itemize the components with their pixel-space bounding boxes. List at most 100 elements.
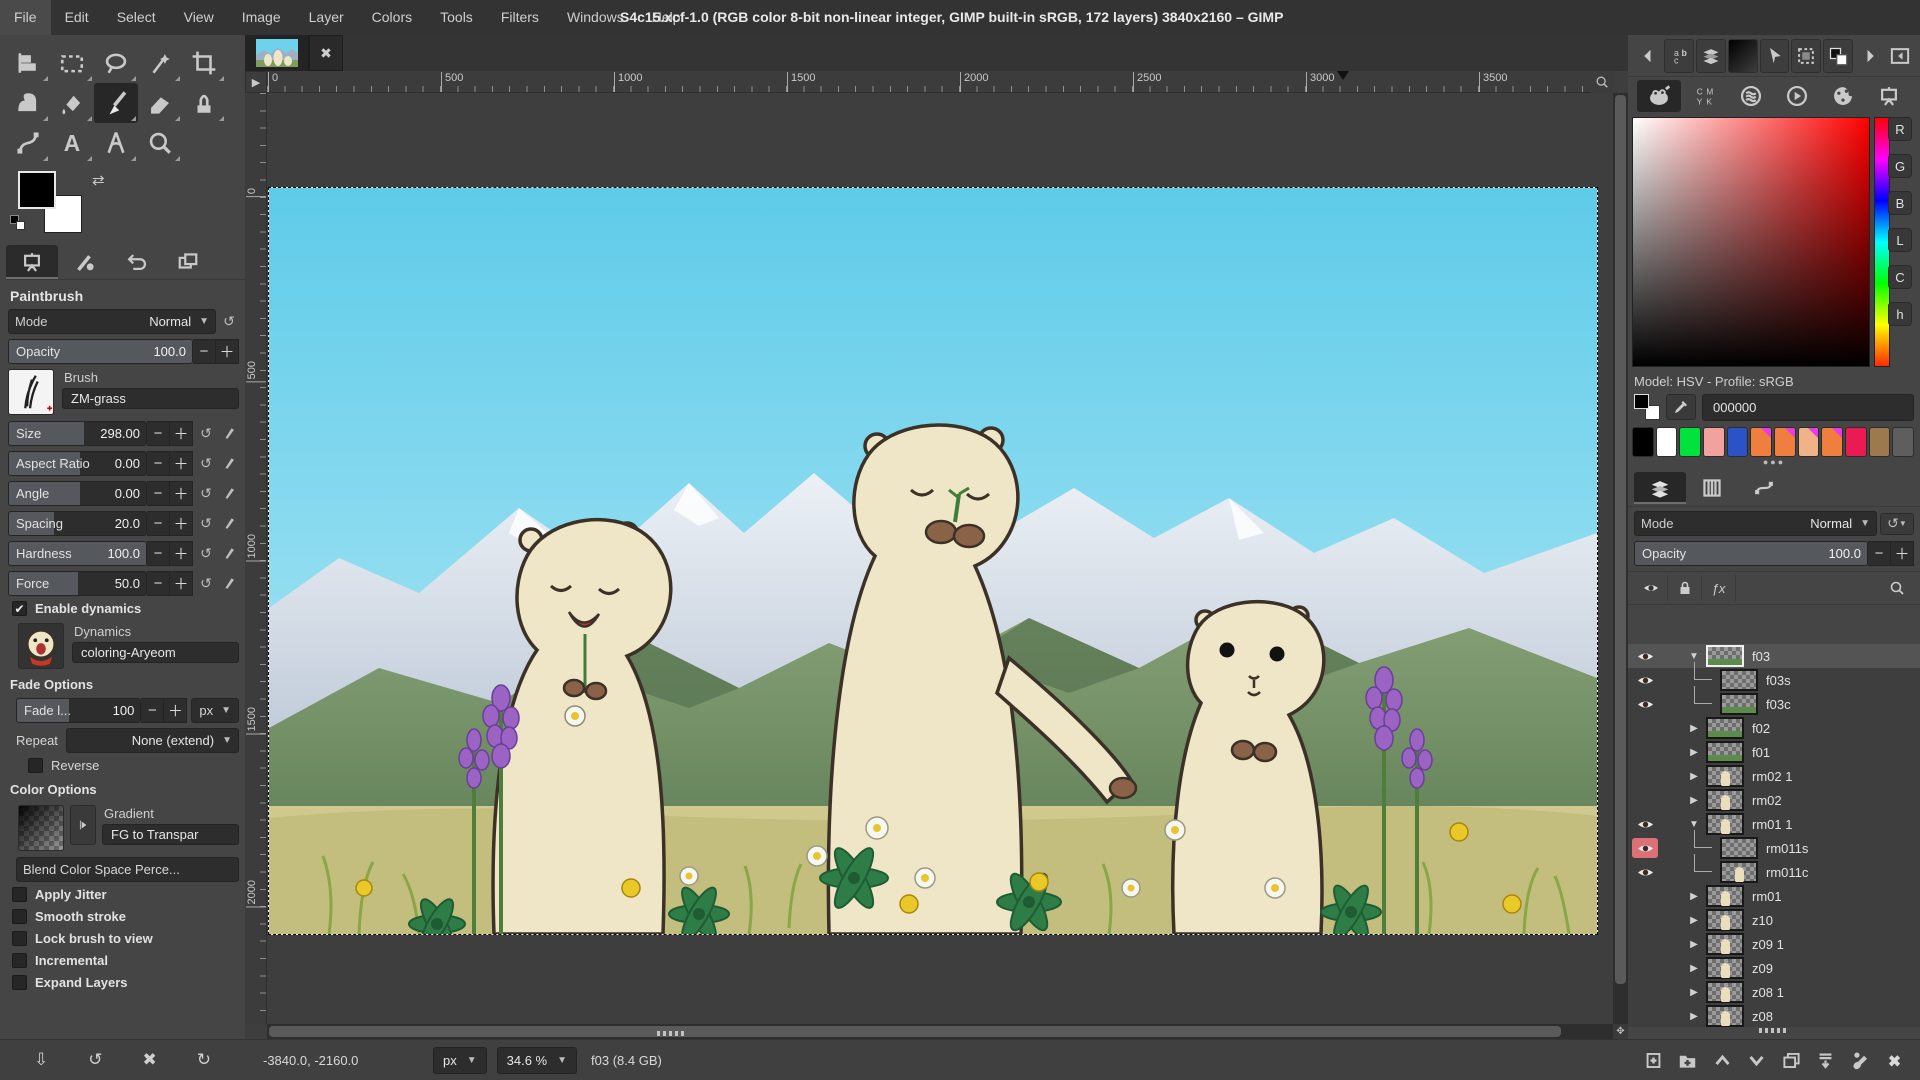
layer-visibility-icon[interactable] bbox=[1632, 646, 1658, 666]
vertical-scrollbar-thumb[interactable] bbox=[1615, 95, 1626, 984]
channel-g-button[interactable]: G bbox=[1888, 154, 1912, 178]
history-swatch-6[interactable] bbox=[1774, 427, 1796, 457]
hardness-slider[interactable]: Hardness100.0 bbox=[8, 541, 147, 566]
mini-fg-bg-swatch[interactable] bbox=[1634, 394, 1660, 420]
layer-visibility-icon[interactable] bbox=[1632, 814, 1658, 834]
dynamics-thumbnail[interactable] bbox=[18, 623, 64, 669]
tool-warp-transform[interactable] bbox=[6, 83, 50, 123]
effects-column-icon[interactable]: ƒx bbox=[1702, 575, 1736, 601]
layer-row-f03[interactable]: ▼f03 bbox=[1628, 644, 1920, 668]
layer-opacity-increase-button[interactable]: ＋ bbox=[1891, 541, 1914, 566]
new-layer-button[interactable] bbox=[1637, 1045, 1669, 1075]
smooth-stroke-row[interactable]: Smooth stroke bbox=[12, 909, 237, 924]
vertical-scrollbar[interactable] bbox=[1613, 93, 1628, 1024]
gradient-name[interactable]: FG to Transpar bbox=[102, 824, 239, 845]
tool-bucket-fill[interactable] bbox=[50, 83, 94, 123]
tab-plugins[interactable] bbox=[1775, 80, 1819, 112]
layer-visibility-icon[interactable] bbox=[1632, 838, 1658, 858]
channel-h-button[interactable]: h bbox=[1888, 302, 1912, 326]
aspect-ratio-slider[interactable]: Aspect Ratio0.00 bbox=[8, 451, 147, 476]
tool-rectangle-select[interactable] bbox=[50, 43, 94, 83]
add-mask-button[interactable] bbox=[1844, 1045, 1876, 1075]
reverse-row[interactable]: Reverse bbox=[28, 758, 237, 773]
layer-row-rm011s[interactable]: rm011s bbox=[1628, 836, 1920, 860]
tab-cmyk[interactable]: CMYK bbox=[1683, 80, 1727, 112]
layer-thumbnail[interactable] bbox=[1706, 957, 1744, 979]
aspect-ratio-decrease-button[interactable]: − bbox=[147, 451, 170, 476]
size-stylus-button[interactable] bbox=[219, 423, 239, 445]
menu-view[interactable]: View bbox=[170, 0, 228, 35]
pointer-icon[interactable] bbox=[1760, 39, 1790, 73]
foreground-color-swatch[interactable] bbox=[18, 171, 56, 209]
layer-thumbnail[interactable] bbox=[1706, 717, 1744, 739]
incremental-checkbox[interactable] bbox=[12, 953, 27, 968]
navigation-icon[interactable]: ✥ bbox=[1613, 1024, 1628, 1039]
reverse-checkbox[interactable] bbox=[28, 758, 43, 773]
expander-closed-icon[interactable]: ▶ bbox=[1686, 723, 1702, 734]
menu-select[interactable]: Select bbox=[103, 0, 170, 35]
angle-increase-button[interactable]: ＋ bbox=[170, 481, 193, 506]
gradient-thumbnail[interactable] bbox=[18, 805, 64, 851]
repeat-dropdown[interactable]: None (extend) ▼ bbox=[66, 728, 239, 753]
gradient-reverse-button[interactable] bbox=[70, 805, 96, 845]
spacing-reset-button[interactable]: ↺ bbox=[196, 513, 216, 535]
delete-layer-button[interactable]: ✖ bbox=[1879, 1045, 1911, 1075]
aspect-ratio-increase-button[interactable]: ＋ bbox=[170, 451, 193, 476]
history-swatch-5[interactable] bbox=[1750, 427, 1772, 457]
raise-layer-button[interactable] bbox=[1706, 1045, 1738, 1075]
layer-visibility-icon[interactable] bbox=[1632, 694, 1658, 714]
size-decrease-button[interactable]: − bbox=[147, 421, 170, 446]
fonts-icon[interactable]: abc bbox=[1664, 39, 1694, 73]
tool-crop[interactable] bbox=[182, 43, 226, 83]
tab-palette[interactable] bbox=[1821, 80, 1865, 112]
spacing-stylus-button[interactable] bbox=[219, 513, 239, 535]
colors-icon[interactable] bbox=[1823, 39, 1853, 73]
layer-opacity-slider[interactable]: Opacity 100.0 bbox=[1634, 541, 1868, 566]
layer-thumbnail[interactable] bbox=[1706, 741, 1744, 763]
layer-thumbnail[interactable] bbox=[1706, 1005, 1744, 1027]
layer-row-f03c[interactable]: f03c bbox=[1628, 692, 1920, 716]
brush-name[interactable]: ZM-grass bbox=[62, 388, 239, 409]
expander-closed-icon[interactable]: ▶ bbox=[1686, 1011, 1702, 1022]
size-reset-button[interactable]: ↺ bbox=[196, 423, 216, 445]
channel-r-button[interactable]: R bbox=[1888, 117, 1912, 141]
history-swatch-11[interactable] bbox=[1892, 427, 1914, 457]
history-swatch-0[interactable] bbox=[1632, 427, 1654, 457]
gradient-preview[interactable] bbox=[1728, 39, 1758, 73]
layer-stack-icon[interactable] bbox=[1696, 39, 1726, 73]
tab-channels-dock[interactable] bbox=[1729, 80, 1773, 112]
scroll-right-icon[interactable] bbox=[1855, 39, 1884, 73]
layer-thumbnail[interactable] bbox=[1706, 981, 1744, 1003]
restore-tool-preset-icon[interactable]: ↺ bbox=[80, 1046, 110, 1074]
layer-row-f01[interactable]: ▶f01 bbox=[1628, 740, 1920, 764]
layer-row-rm02[interactable]: ▶rm02 bbox=[1628, 788, 1920, 812]
tab-device-status[interactable]: i bbox=[58, 245, 110, 279]
search-icon[interactable] bbox=[1880, 575, 1914, 601]
spacing-decrease-button[interactable]: − bbox=[147, 511, 170, 536]
lock-brush-to-view-checkbox[interactable] bbox=[12, 931, 27, 946]
tab-close-button[interactable]: ✖ bbox=[309, 35, 343, 71]
scroll-left-icon[interactable] bbox=[1633, 39, 1662, 73]
opacity-decrease-button[interactable]: − bbox=[193, 339, 216, 364]
horizontal-scrollbar[interactable] bbox=[267, 1024, 1613, 1039]
menu-file[interactable]: File bbox=[0, 0, 51, 35]
tool-zoom[interactable] bbox=[138, 123, 182, 163]
ruler-corner-button[interactable]: ▶ bbox=[245, 71, 267, 93]
tool-clone[interactable] bbox=[182, 83, 226, 123]
angle-slider[interactable]: Angle0.00 bbox=[8, 481, 147, 506]
selection-editor-icon[interactable] bbox=[1791, 39, 1821, 73]
zoom-dropdown[interactable]: 34.6 % ▼ bbox=[497, 1047, 577, 1074]
expand-layers-checkbox[interactable] bbox=[12, 975, 27, 990]
hardness-decrease-button[interactable]: − bbox=[147, 541, 170, 566]
menu-layer[interactable]: Layer bbox=[295, 0, 358, 35]
tab-tool-options[interactable] bbox=[6, 245, 58, 279]
layer-thumbnail[interactable] bbox=[1706, 885, 1744, 907]
canvas-image[interactable] bbox=[269, 188, 1597, 934]
layers-scroll-grip[interactable] bbox=[1628, 1028, 1920, 1035]
vertical-ruler[interactable]: 0500100015002000 bbox=[245, 93, 267, 1024]
enable-dynamics-row[interactable]: Enable dynamics bbox=[12, 601, 237, 616]
tab-channels[interactable] bbox=[1686, 472, 1738, 504]
expander-closed-icon[interactable]: ▶ bbox=[1686, 963, 1702, 974]
layer-opacity-decrease-button[interactable]: − bbox=[1868, 541, 1891, 566]
spacing-increase-button[interactable]: ＋ bbox=[170, 511, 193, 536]
